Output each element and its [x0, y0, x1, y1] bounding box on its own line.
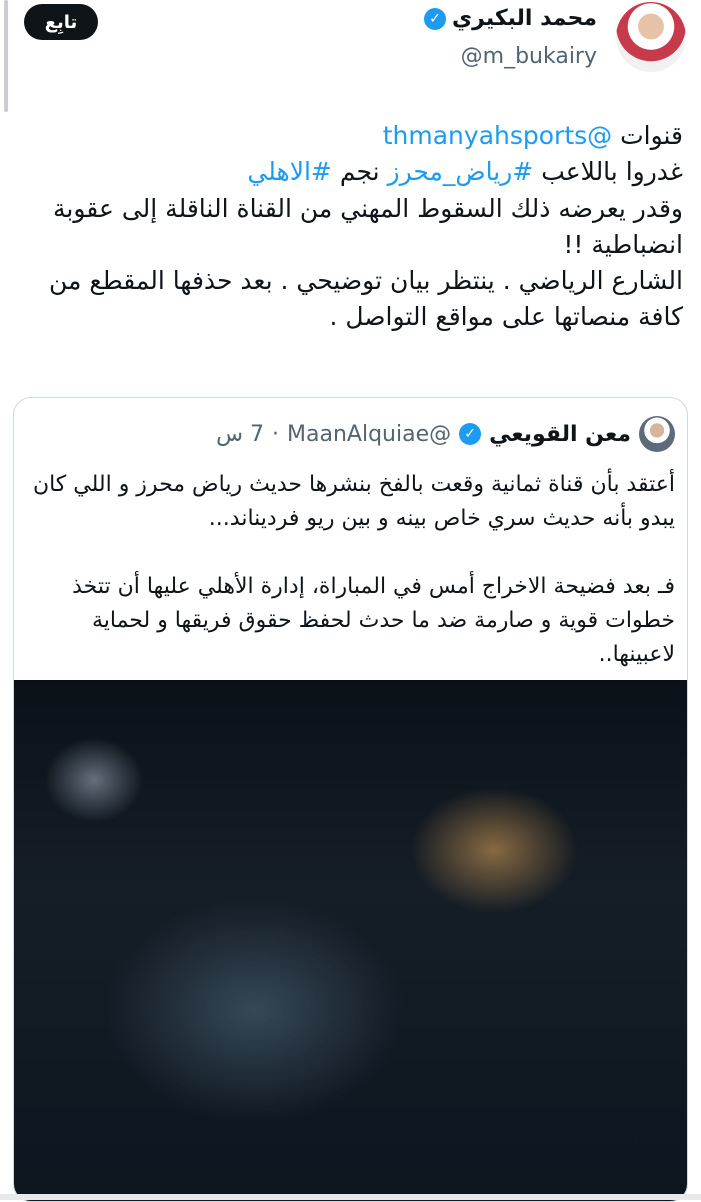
tweet-line-1: قنوات @thmanyahsports	[18, 118, 683, 154]
follow-button[interactable]: تابِع	[24, 4, 98, 40]
author-name[interactable]: محمد البكيري	[452, 6, 597, 31]
video-media[interactable]	[14, 680, 687, 1201]
scroll-indicator[interactable]	[4, 0, 8, 112]
quoted-tweet-header: معن القويعي ✓ @MaanAlquiae · 7 س	[216, 416, 675, 452]
quoted-author-name[interactable]: معن القويعي	[489, 422, 631, 447]
text-segment: غدروا باللاعب	[541, 157, 683, 187]
hashtag-link[interactable]: #الاهلي	[247, 157, 331, 186]
verified-badge-icon: ✓	[459, 423, 482, 445]
author-name-row[interactable]: محمد البكيري ✓	[424, 6, 597, 31]
quoted-author-handle[interactable]: @MaanAlquiae	[287, 422, 451, 447]
text-segment: نجم	[339, 157, 380, 187]
quoted-avatar[interactable]	[639, 416, 675, 452]
avatar[interactable]	[616, 2, 686, 72]
divider	[0, 1194, 701, 1200]
quoted-tweet[interactable]: معن القويعي ✓ @MaanAlquiae · 7 س أعتقد ب…	[13, 397, 688, 1202]
quoted-paragraph-1: أعتقد بأن قناة ثمانية وقعت بالفخ بنشرها …	[32, 472, 675, 532]
quoted-timestamp[interactable]: 7 س	[216, 422, 264, 447]
quoted-paragraph-2: فـ بعد فضيحة الاخراج أمس في المباراة، إد…	[72, 574, 675, 668]
author-handle[interactable]: @m_bukairy	[461, 44, 597, 69]
separator-dot: ·	[272, 421, 280, 447]
text-segment: قنوات	[620, 121, 683, 150]
hashtag-link[interactable]: #رياض_محرز	[388, 157, 534, 186]
tweet-text: قنوات @thmanyahsports غدروا باللاعب #ريا…	[18, 118, 683, 336]
quoted-tweet-text: أعتقد بأن قناة ثمانية وقعت بالفخ بنشرها …	[26, 468, 675, 672]
tweet-line-2: غدروا باللاعب #رياض_محرز نجم #الاهلي	[18, 154, 683, 190]
mention-link[interactable]: @thmanyahsports	[383, 121, 612, 150]
verified-badge-icon: ✓	[424, 7, 446, 30]
tweet-line-3: وقدر يعرضه ذلك السقوط المهني من القناة ا…	[53, 193, 683, 259]
tweet-line-4: الشارع الرياضي . ينتظر بيان توضيحي . بعد…	[49, 266, 683, 332]
